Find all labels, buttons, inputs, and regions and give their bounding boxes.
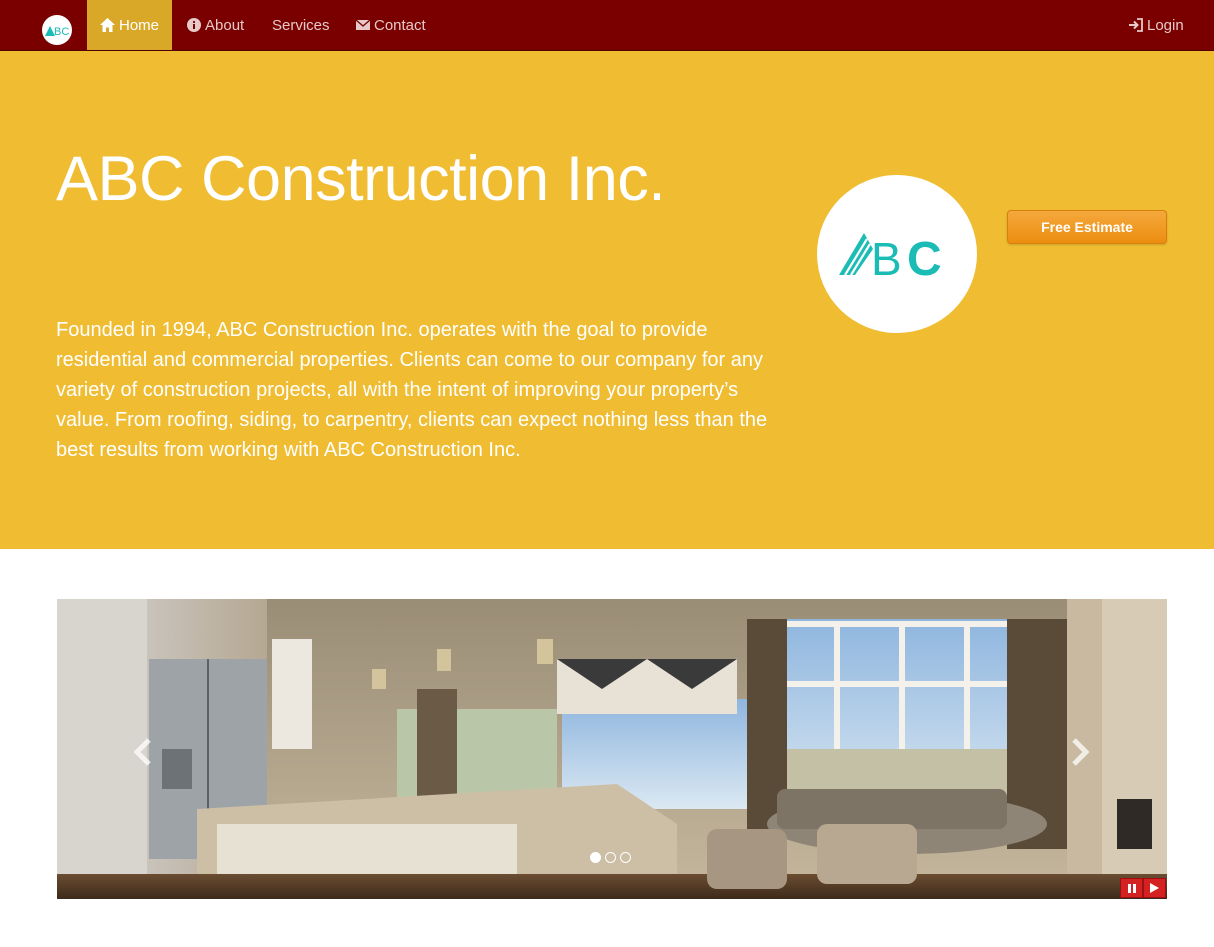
nav-contact[interactable]: Contact	[356, 0, 426, 50]
nav-services-label: Services	[272, 16, 330, 34]
nav-about-label: About	[205, 16, 245, 34]
hero-section: ABC Construction Inc. Founded in 1994, A…	[0, 51, 1214, 549]
free-estimate-button[interactable]: Free Estimate	[1007, 210, 1167, 244]
carousel-next-button[interactable]	[1069, 737, 1091, 772]
play-icon	[1150, 883, 1159, 893]
svg-text:C: C	[907, 233, 942, 279]
nav-services[interactable]: Services	[272, 0, 330, 50]
carousel-player-controls	[1120, 878, 1166, 898]
chevron-left-icon	[133, 738, 151, 766]
carousel-indicators	[590, 852, 631, 863]
nav-home-label: Home	[118, 16, 159, 34]
envelope-icon	[356, 19, 370, 30]
carousel-pause-button[interactable]	[1120, 878, 1143, 898]
nav-login[interactable]: Login	[1128, 0, 1184, 50]
chevron-right-icon	[1072, 738, 1090, 766]
carousel-play-button[interactable]	[1143, 878, 1166, 898]
carousel-indicator-2[interactable]	[605, 852, 616, 863]
nav-about[interactable]: About	[187, 0, 244, 50]
abc-logo-icon: BC	[45, 26, 69, 37]
image-carousel	[57, 599, 1167, 899]
abc-logo-icon: B C	[839, 233, 942, 279]
carousel-prev-button[interactable]	[132, 737, 154, 772]
carousel-indicator-3[interactable]	[620, 852, 631, 863]
page-title: ABC Construction Inc.	[56, 144, 666, 214]
nav-contact-label: Contact	[374, 16, 426, 34]
home-icon	[99, 18, 115, 32]
nav-home[interactable]: Home	[87, 0, 172, 50]
brand-logo[interactable]: BC	[42, 15, 72, 45]
company-description: Founded in 1994, ABC Construction Inc. o…	[56, 319, 768, 461]
company-logo: B C	[817, 175, 977, 333]
carousel-indicator-1[interactable]	[590, 852, 601, 863]
svg-text:BC: BC	[54, 26, 69, 37]
login-icon	[1129, 18, 1143, 32]
pause-icon	[1127, 883, 1136, 893]
navbar: BC Home About Services Contact Login	[0, 0, 1214, 51]
svg-text:B: B	[871, 233, 902, 279]
nav-login-label: Login	[1147, 16, 1184, 34]
info-icon	[187, 18, 201, 32]
